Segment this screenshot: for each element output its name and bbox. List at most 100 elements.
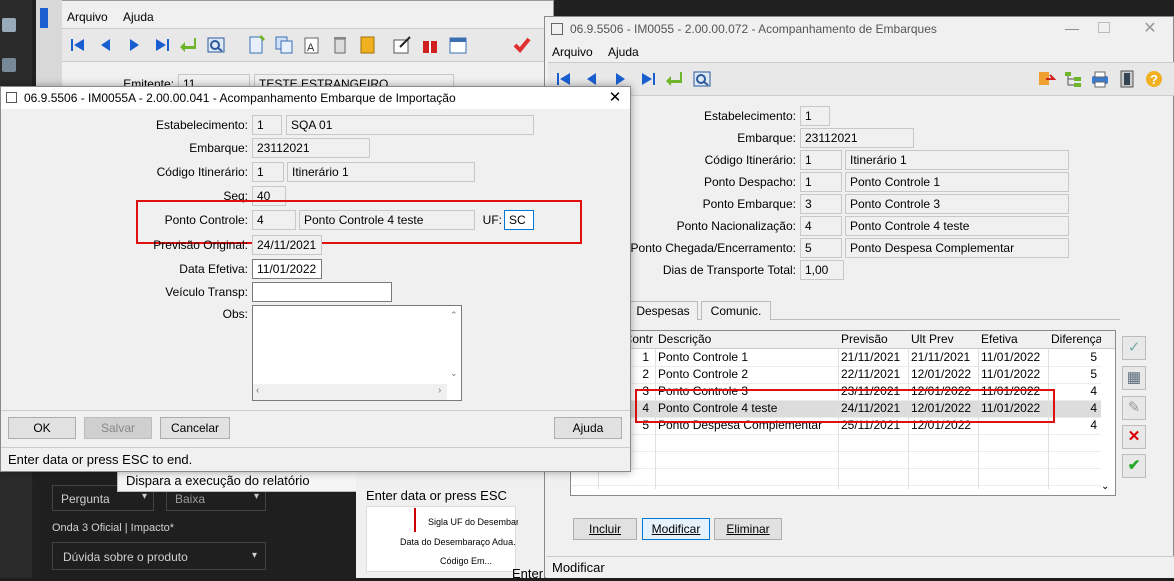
scroll-left-icon[interactable]: ‹ bbox=[256, 385, 259, 396]
grid-hline bbox=[571, 451, 1101, 452]
salvar-button[interactable]: Salvar bbox=[84, 417, 152, 439]
right-menu-ajuda[interactable]: Ajuda bbox=[608, 45, 639, 59]
bg-first-record-icon[interactable] bbox=[68, 35, 88, 55]
d-embarque-field: 23112021 bbox=[252, 138, 370, 158]
bg-search-icon[interactable] bbox=[206, 35, 226, 55]
grid-col-descricao[interactable]: Descrição bbox=[656, 331, 836, 348]
bg-edit-record-icon[interactable]: A bbox=[302, 35, 322, 55]
chevron-down-icon: ▾ bbox=[141, 491, 147, 502]
scroll-right-icon[interactable]: › bbox=[438, 385, 441, 396]
grid-hline bbox=[571, 383, 1101, 384]
left-strip-icon-1[interactable] bbox=[2, 18, 16, 32]
right-menu-arquivo[interactable]: Arquivo bbox=[552, 45, 593, 59]
bg-new-record-icon[interactable] bbox=[246, 34, 266, 55]
flow-node-1: Sigla UF do Desembar... bbox=[428, 517, 518, 527]
table-row[interactable]: 1 Ponto Controle 1 21/11/2021 21/11/2021 11/… bbox=[571, 349, 1101, 366]
side-action-3-icon[interactable]: ✎ bbox=[1122, 396, 1146, 420]
maximize-icon[interactable] bbox=[1098, 22, 1110, 33]
bg-confirm-check-icon[interactable] bbox=[512, 35, 532, 55]
grid-hline bbox=[571, 434, 1101, 435]
d-obs-hscroll[interactable] bbox=[253, 384, 447, 400]
right-export-icon[interactable] bbox=[1036, 69, 1057, 89]
right-print-icon[interactable] bbox=[1090, 69, 1110, 89]
ajuda-button[interactable]: Ajuda bbox=[554, 417, 622, 439]
r-estab-field: 1 bbox=[800, 106, 830, 126]
right-tree-icon[interactable] bbox=[1063, 69, 1083, 89]
cell-descricao: Ponto Controle 1 bbox=[658, 350, 749, 364]
left-strip-icon-2[interactable] bbox=[2, 58, 16, 72]
cell-diferenca: 4 bbox=[1090, 401, 1097, 415]
eliminar-button[interactable]: Eliminar bbox=[714, 518, 782, 540]
grid-col-diferenca[interactable]: Diferença bbox=[1049, 331, 1101, 348]
tooltip: Dispara a execução do relatório bbox=[117, 470, 367, 492]
dialog-title: 06.9.5506 - IM0055A - 2.00.00.041 - Acom… bbox=[24, 91, 456, 105]
cell-ultprev: 21/11/2021 bbox=[911, 350, 971, 364]
tab-comunic[interactable]: Comunic. bbox=[701, 301, 771, 320]
tab-despesas[interactable]: Despesas bbox=[628, 301, 698, 320]
d-estab-name: SQA 01 bbox=[286, 115, 534, 135]
side-action-2-icon[interactable]: ▦ bbox=[1122, 366, 1146, 390]
bg-book-icon[interactable] bbox=[358, 35, 378, 55]
bg-status-fragment-2: Enter bbox=[512, 566, 544, 581]
delete-x-icon[interactable]: ✕ bbox=[1122, 425, 1146, 449]
dialog-status-text: Enter data or press ESC to end. bbox=[8, 452, 193, 467]
bg-status-text: Enter data or press ESC bbox=[366, 488, 507, 503]
r-embarque-field: 23112021 bbox=[800, 128, 914, 148]
grid-col-previsao[interactable]: Previsão bbox=[839, 331, 907, 348]
bg-gift-icon[interactable] bbox=[420, 35, 440, 55]
grid-scroll-down-icon[interactable]: ⌄ bbox=[1101, 481, 1109, 492]
flow-node-3: Código Em... bbox=[440, 556, 493, 566]
right-exit-door-icon[interactable] bbox=[1117, 69, 1137, 89]
right-search-icon[interactable] bbox=[692, 69, 712, 89]
chevron-down-icon: ▾ bbox=[251, 550, 257, 561]
confirm-check-icon[interactable]: ✔ bbox=[1122, 454, 1146, 478]
right-last-record-icon[interactable] bbox=[638, 69, 658, 89]
close-icon[interactable]: ✕ bbox=[1138, 18, 1162, 38]
right-status-text: Modificar bbox=[552, 560, 605, 575]
grid-col-efetiva[interactable]: Efetiva bbox=[979, 331, 1047, 348]
incluir-button[interactable]: Incluir bbox=[573, 518, 637, 540]
bg-last-record-icon[interactable] bbox=[152, 35, 172, 55]
bg-write-icon[interactable] bbox=[392, 35, 412, 55]
r-itin-code: 1 bbox=[800, 150, 842, 170]
d-previsao-field: 24/11/2021 bbox=[252, 235, 322, 255]
bg-copy-record-icon[interactable] bbox=[274, 35, 294, 55]
r-nacional-name: Ponto Controle 4 teste bbox=[845, 216, 1069, 236]
bg-delete-record-icon[interactable] bbox=[330, 35, 350, 55]
d-veiculo-input[interactable] bbox=[252, 282, 392, 302]
ok-button[interactable]: OK bbox=[8, 417, 76, 439]
cancelar-button[interactable]: Cancelar bbox=[160, 417, 230, 439]
bg-menu-arquivo[interactable]: Arquivo bbox=[67, 10, 108, 24]
grid-col-ultprev[interactable]: Ult Prev bbox=[909, 331, 977, 348]
right-window-app-icon bbox=[551, 23, 563, 35]
minimize-icon[interactable]: — bbox=[1062, 20, 1082, 38]
d-veiculo-label: Veículo Transp: bbox=[165, 285, 248, 299]
svg-text:A: A bbox=[307, 42, 315, 54]
dialog-close-icon[interactable]: ✕ bbox=[604, 88, 626, 108]
right-go-to-icon[interactable] bbox=[664, 69, 684, 89]
right-help-icon[interactable]: ? bbox=[1144, 69, 1164, 89]
impact-section-label: Onda 3 Oficial | Impacto* bbox=[52, 522, 175, 534]
d-estab-label: Estabelecimento: bbox=[155, 118, 248, 132]
impact-select[interactable]: Dúvida sobre o produto ▾ bbox=[52, 542, 266, 570]
bg-go-to-icon[interactable] bbox=[178, 35, 198, 55]
bg-prev-record-icon[interactable] bbox=[96, 35, 116, 55]
bg-calendar-icon[interactable] bbox=[448, 35, 468, 55]
d-data-efetiva-label: Data Efetiva: bbox=[179, 262, 248, 276]
side-action-1-icon[interactable]: ✓ bbox=[1122, 336, 1146, 360]
bg-menu-ajuda[interactable]: Ajuda bbox=[123, 10, 154, 24]
scroll-down-icon[interactable]: ⌄ bbox=[450, 368, 458, 379]
highlight-grid-row bbox=[635, 389, 1055, 423]
d-data-efetiva-input[interactable]: 11/01/2022 bbox=[252, 259, 322, 279]
scroll-up-icon[interactable]: ⌃ bbox=[450, 310, 458, 321]
r-pembarque-name: Ponto Controle 3 bbox=[845, 194, 1069, 214]
bg-window-left-icon bbox=[40, 8, 48, 28]
d-estab-code: 1 bbox=[252, 115, 282, 135]
r-itin-name: Itinerário 1 bbox=[845, 150, 1069, 170]
bg-next-record-icon[interactable] bbox=[124, 35, 144, 55]
table-row[interactable]: 2 Ponto Controle 2 22/11/2021 12/01/2022 11/… bbox=[571, 366, 1101, 383]
svg-text:?: ? bbox=[1150, 72, 1158, 87]
d-itin-name: Itinerário 1 bbox=[287, 162, 475, 182]
flow-node-2: Data do Desembaraço Adua... bbox=[400, 537, 516, 547]
modificar-button[interactable]: Modificar bbox=[642, 518, 710, 540]
